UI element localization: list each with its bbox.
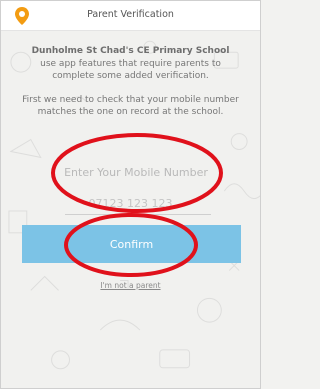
example-number-hint: 07123 123 123 bbox=[88, 197, 173, 210]
page-title: Parent Verification bbox=[87, 9, 174, 20]
not-a-parent-link[interactable]: I'm not a parent bbox=[1, 281, 260, 290]
input-underline bbox=[65, 214, 211, 215]
intro-text: use app features that require parents to… bbox=[40, 59, 221, 81]
school-name: Dunholme St Chad's CE Primary School bbox=[31, 46, 230, 56]
mobile-number-input[interactable] bbox=[61, 158, 211, 186]
verification-content: Dunholme St Chad's CE Primary School use… bbox=[1, 39, 260, 118]
app-screen: Parent Verification Dunholme St Chad's C… bbox=[0, 0, 261, 389]
confirm-button[interactable]: Confirm bbox=[22, 225, 241, 263]
check-instructions: First we need to check that your mobile … bbox=[22, 95, 239, 117]
app-header: Parent Verification bbox=[1, 1, 260, 31]
